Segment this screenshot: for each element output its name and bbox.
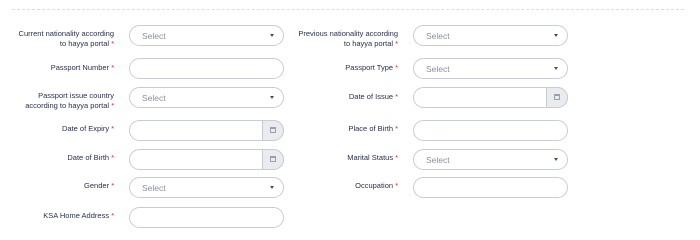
passport-number-label: Passport Number *	[50, 63, 114, 72]
gender-select[interactable]: Select	[129, 177, 284, 198]
previous-nationality-label: Previous nationality according to hayya …	[298, 29, 398, 48]
ksa-home-address-input[interactable]	[129, 207, 284, 228]
date-of-issue-input[interactable]	[413, 87, 568, 108]
calendar-icon	[554, 94, 560, 100]
calendar-icon	[270, 156, 276, 162]
marital-status-select[interactable]: Select	[413, 149, 568, 170]
passport-type-label: Passport Type *	[345, 63, 398, 72]
marital-status-label: Marital Status *	[347, 153, 398, 162]
occupation-input[interactable]	[413, 177, 568, 198]
current-nationality-label: Current nationality according to hayya p…	[18, 29, 114, 48]
chevron-down-icon	[554, 67, 558, 70]
place-of-birth-input[interactable]	[413, 120, 568, 141]
chevron-down-icon	[270, 186, 274, 189]
chevron-down-icon	[554, 34, 558, 37]
section-divider	[12, 9, 684, 10]
ksa-home-address-label: KSA Home Address *	[43, 211, 114, 220]
date-of-issue-picker-button[interactable]	[546, 87, 568, 108]
passport-issue-country-label: Passport issue country according to hayy…	[25, 91, 114, 110]
place-of-birth-label: Place of Birth *	[348, 124, 398, 133]
date-of-birth-picker-button[interactable]	[262, 149, 284, 170]
date-of-expiry-input[interactable]	[129, 120, 284, 141]
previous-nationality-select[interactable]: Select	[413, 25, 568, 46]
date-of-birth-label: Date of Birth *	[67, 153, 114, 162]
chevron-down-icon	[270, 34, 274, 37]
date-of-expiry-picker-button[interactable]	[262, 120, 284, 141]
passport-issue-country-select[interactable]: Select	[129, 87, 284, 108]
gender-label: Gender *	[84, 181, 114, 190]
occupation-label: Occupation *	[355, 181, 398, 190]
calendar-icon	[270, 127, 276, 133]
passport-number-input[interactable]	[129, 58, 284, 79]
chevron-down-icon	[270, 96, 274, 99]
chevron-down-icon	[554, 158, 558, 161]
current-nationality-select[interactable]: Select	[129, 25, 284, 46]
date-of-birth-input[interactable]	[129, 149, 284, 170]
passport-type-select[interactable]: Select	[413, 58, 568, 79]
date-of-expiry-label: Date of Expiry *	[61, 124, 114, 133]
date-of-issue-label: Date of Issue *	[348, 92, 398, 101]
